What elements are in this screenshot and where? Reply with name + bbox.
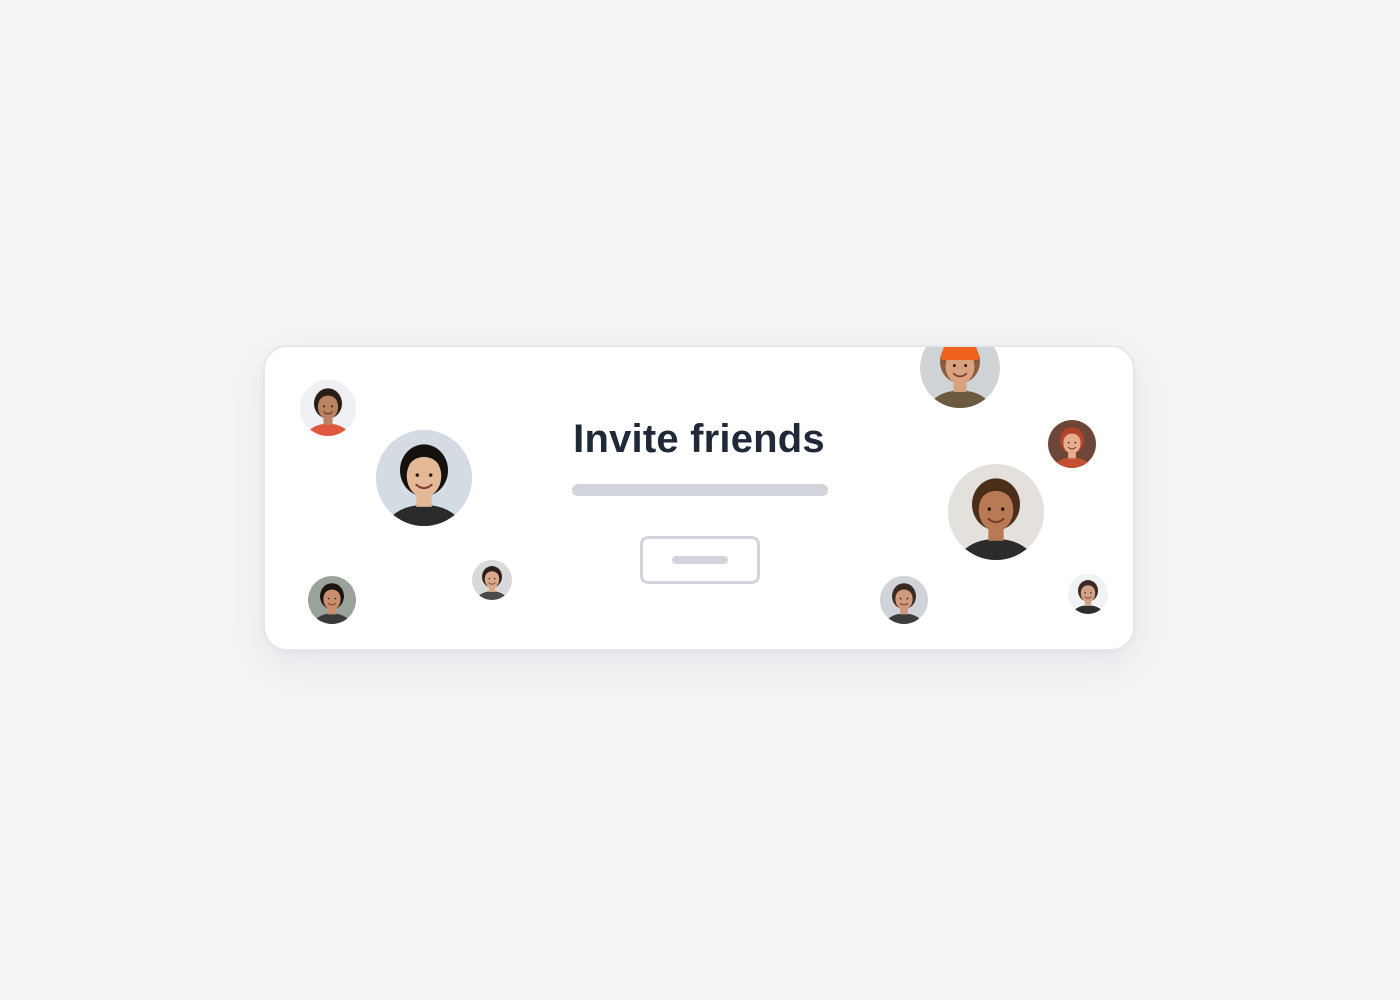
avatar-portrait <box>308 576 356 624</box>
avatar-orange-beanie <box>920 347 1000 408</box>
avatar-woman-bottom-left <box>308 576 356 624</box>
avatar-portrait <box>472 560 512 600</box>
avatar-man-glasses <box>880 576 928 624</box>
avatar-curly-hair-orange-shirt <box>300 380 356 436</box>
avatar-portrait <box>300 380 356 436</box>
invite-button[interactable] <box>640 536 760 584</box>
avatar-man-dreadlocks <box>948 464 1044 560</box>
invite-card: Invite friends <box>263 345 1135 651</box>
avatar-portrait <box>880 576 928 624</box>
avatar-woman-large-left <box>376 430 472 526</box>
invite-button-label-placeholder <box>672 556 728 564</box>
avatar-portrait <box>1068 574 1108 614</box>
avatar-portrait <box>1048 420 1096 468</box>
avatar-man-small-right <box>1068 574 1108 614</box>
avatar-portrait <box>920 347 1000 408</box>
avatar-portrait <box>376 430 472 526</box>
subtitle-placeholder <box>572 484 828 496</box>
avatar-red-hair-woman <box>1048 420 1096 468</box>
avatar-portrait <box>948 464 1044 560</box>
avatar-woman-small-center-left <box>472 560 512 600</box>
